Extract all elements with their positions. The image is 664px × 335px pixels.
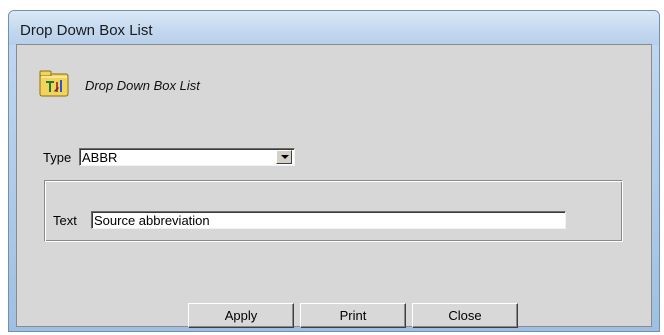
print-button[interactable]: Print (300, 303, 406, 328)
close-button[interactable]: Close (412, 303, 518, 328)
title-bar[interactable]: Drop Down Box List (9, 11, 659, 45)
text-group-box: Text Source abbreviation (44, 180, 623, 242)
header-label: Drop Down Box List (85, 78, 200, 93)
window-title: Drop Down Box List (20, 22, 153, 39)
type-dropdown[interactable]: ABBR (79, 148, 295, 166)
text-label: Text (53, 213, 77, 228)
text-input[interactable]: Source abbreviation (91, 211, 566, 229)
type-dropdown-value: ABBR (82, 150, 118, 165)
folder-tools-icon (39, 70, 69, 97)
type-label: Type (43, 150, 72, 165)
apply-button[interactable]: Apply (188, 303, 294, 328)
dialog-body: Drop Down Box List Type ABBR Text Source… (16, 44, 652, 328)
dropdown-arrow-icon[interactable] (276, 150, 292, 164)
dialog-window: Drop Down Box List Drop Down Box List Ty… (8, 10, 660, 332)
